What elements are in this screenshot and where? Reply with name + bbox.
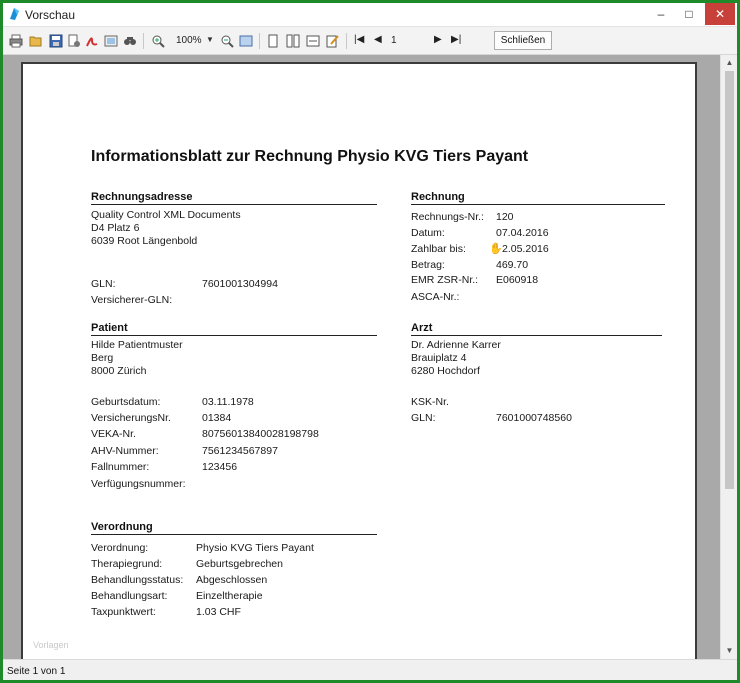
patient-label: VEKA-Nr. — [91, 428, 136, 440]
preview-window: Vorschau – □ ✕ 100% ▼ |◀ ◀ 1 ▶ ▶| Schlie… — [3, 3, 737, 680]
preview-area: Informationsblatt zur Rechnung Physio KV… — [3, 55, 720, 659]
arzt-gln-value: 7601000748560 — [496, 412, 572, 424]
zoom-level[interactable]: 100% — [176, 35, 202, 46]
patient-line: Hilde Patientmuster — [91, 339, 183, 351]
verordnung-label: Therapiegrund: — [91, 558, 163, 570]
patient-label: Fallnummer: — [91, 461, 150, 473]
versicherer-gln-label: Versicherer-GLN: — [91, 294, 173, 306]
gln-label: GLN: — [91, 278, 116, 290]
page-number-input[interactable]: 1 — [391, 35, 397, 46]
single-page-icon[interactable] — [266, 34, 280, 48]
verordnung-label: Behandlungsart: — [91, 590, 168, 602]
close-button[interactable]: Schließen — [494, 31, 552, 50]
rechnung-label: Rechnungs-Nr.: — [411, 211, 484, 223]
patient-value: 80756013840028198798 — [202, 428, 319, 440]
patient-line: Berg — [91, 352, 114, 364]
zoom-dropdown-icon[interactable]: ▼ — [206, 35, 214, 44]
rechnung-label: EMR ZSR-Nr.: — [411, 274, 479, 286]
document-title: Informationsblatt zur Rechnung Physio KV… — [91, 148, 529, 165]
patient-value: 03.11.1978 — [202, 396, 254, 408]
address-line: 6039 Root Längenbold — [91, 235, 198, 247]
status-bar: Seite 1 von 1 — [3, 659, 737, 680]
footer-watermark: Vorlagen — [33, 640, 69, 650]
hand-cursor-icon: ✋ — [489, 243, 503, 255]
verordnung-value: 1.03 CHF — [196, 606, 241, 618]
patient-heading: Patient — [91, 322, 377, 336]
verordnung-heading: Verordnung — [91, 521, 377, 535]
rechnung-label: ASCA-Nr.: — [411, 291, 460, 303]
rechnung-heading: Rechnung — [411, 191, 665, 205]
verordnung-label: Behandlungsstatus: — [91, 574, 184, 586]
page-setup-icon[interactable] — [104, 34, 118, 48]
zoom-in-icon[interactable] — [151, 34, 165, 48]
scroll-down-icon[interactable]: ▼ — [721, 643, 737, 659]
arzt-line: Dr. Adrienne Karrer — [411, 339, 501, 351]
rechnung-value: 2.05.2016 — [502, 243, 549, 255]
verordnung-value: Abgeschlossen — [196, 574, 268, 586]
pdf-export-icon[interactable] — [85, 34, 99, 48]
print-icon[interactable] — [9, 34, 23, 48]
address-line: D4 Platz 6 — [91, 222, 140, 234]
edit-icon[interactable] — [325, 34, 339, 48]
fit-page-icon[interactable] — [239, 34, 253, 48]
next-page-icon[interactable]: ▶ — [434, 34, 442, 45]
patient-label: AHV-Nummer: — [91, 445, 159, 457]
verordnung-label: Verordnung: — [91, 542, 149, 554]
rechnung-label: Datum: — [411, 227, 445, 239]
rechnung-value: 120 — [496, 211, 514, 223]
last-page-icon[interactable]: ▶| — [451, 34, 461, 45]
verordnung-value: Einzeltherapie — [196, 590, 263, 602]
page-width-icon[interactable] — [306, 34, 320, 48]
patient-line: 8000 Zürich — [91, 365, 147, 377]
title-bar: Vorschau – □ ✕ — [3, 3, 737, 27]
arzt-heading: Arzt — [411, 322, 662, 336]
arzt-line: 6280 Hochdorf — [411, 365, 480, 377]
document-page: Informationsblatt zur Rechnung Physio KV… — [21, 62, 697, 659]
minimize-button[interactable]: – — [647, 3, 675, 25]
rechnung-value: E060918 — [496, 274, 539, 286]
gln-value: 7601001304994 — [202, 278, 278, 290]
patient-label: VersicherungsNr. — [91, 412, 171, 424]
app-logo-icon — [10, 8, 19, 20]
previous-page-icon[interactable]: ◀ — [374, 34, 382, 45]
save-icon[interactable] — [49, 34, 63, 48]
rechnung-value: 469.70 — [496, 259, 529, 271]
patient-value: 7561234567897 — [202, 445, 278, 457]
address-line: Quality Control XML Documents — [91, 209, 241, 221]
scroll-thumb[interactable] — [725, 71, 734, 489]
rechnung-label: Zahlbar bis: — [411, 243, 466, 255]
verordnung-value: Geburtsgebrechen — [196, 558, 283, 570]
ksk-label: KSK-Nr. — [411, 396, 449, 408]
patient-value: 123456 — [202, 461, 238, 473]
zoom-out-icon[interactable] — [220, 34, 234, 48]
arzt-line: Brauiplatz 4 — [411, 352, 467, 364]
print-setup-icon[interactable] — [67, 34, 81, 48]
rechnung-label: Betrag: — [411, 259, 445, 271]
verordnung-label: Taxpunktwert: — [91, 606, 156, 618]
scroll-up-icon[interactable]: ▲ — [721, 55, 737, 71]
maximize-button[interactable]: □ — [675, 3, 703, 25]
window-title: Vorschau — [25, 8, 76, 22]
patient-value: 01384 — [202, 412, 232, 424]
open-folder-icon[interactable] — [29, 34, 43, 48]
patient-label: Verfügungsnummer: — [91, 478, 186, 490]
page-status: Seite 1 von 1 — [7, 666, 66, 677]
close-window-button[interactable]: ✕ — [705, 3, 735, 25]
rechnungsadresse-heading: Rechnungsadresse — [91, 191, 377, 205]
first-page-icon[interactable]: |◀ — [354, 34, 364, 45]
arzt-gln-label: GLN: — [411, 412, 436, 424]
verordnung-value: Physio KVG Tiers Payant — [196, 542, 314, 554]
toolbar: 100% ▼ |◀ ◀ 1 ▶ ▶| Schließen — [3, 27, 737, 55]
patient-label: Geburtsdatum: — [91, 396, 161, 408]
find-icon[interactable] — [123, 34, 137, 48]
multi-page-icon[interactable] — [286, 34, 300, 48]
vertical-scrollbar[interactable]: ▲ ▼ — [720, 55, 737, 659]
rechnung-value: 07.04.2016 — [496, 227, 549, 239]
